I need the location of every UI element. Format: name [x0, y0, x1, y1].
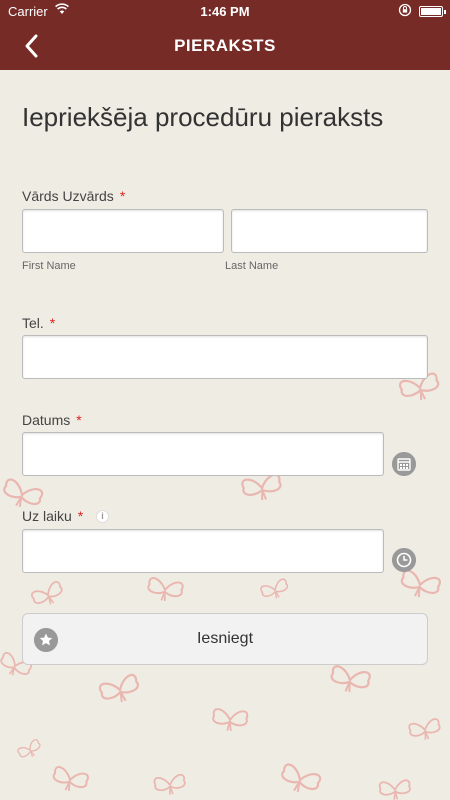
required-mark: * — [49, 315, 56, 331]
first-name-field[interactable] — [22, 209, 224, 253]
last-name-sublabel: Last Name — [225, 260, 279, 272]
status-bar: Carrier 1:46 PM — [0, 0, 450, 22]
rotation-lock-icon — [398, 3, 412, 17]
required-mark: * — [76, 412, 82, 428]
phone-field[interactable] — [22, 335, 428, 379]
first-name-sublabel: First Name — [22, 260, 76, 272]
submit-button[interactable]: Iesniegt — [22, 613, 428, 665]
date-label-row: Datums * — [22, 412, 82, 428]
clock-time: 1:46 PM — [200, 4, 250, 19]
page-title: PIERAKSTS — [174, 36, 276, 55]
date-label: Datums — [22, 412, 71, 428]
info-icon[interactable]: i — [96, 510, 109, 523]
time-label-row: Uz laiku * — [22, 508, 83, 524]
time-field[interactable] — [22, 529, 384, 573]
battery-icon — [419, 6, 446, 17]
time-label: Uz laiku — [22, 508, 72, 524]
phone-label: Tel. — [22, 315, 44, 331]
booking-form: Iepriekšēja procedūru pieraksts Vārds Uz… — [0, 70, 450, 800]
clock-icon[interactable] — [392, 548, 416, 572]
submit-button-label: Iesniegt — [196, 630, 254, 647]
name-label-row: Vārds Uzvārds * — [22, 188, 125, 204]
calendar-icon[interactable] — [392, 452, 416, 476]
required-mark: * — [119, 188, 126, 204]
last-name-field[interactable] — [231, 209, 428, 253]
phone-label-row: Tel. * — [22, 315, 55, 331]
name-label: Vārds Uzvārds — [22, 188, 114, 204]
required-mark: * — [77, 508, 84, 524]
form-heading: Iepriekšēja procedūru pieraksts — [22, 102, 384, 132]
date-field[interactable] — [22, 432, 384, 476]
nav-bar: PIERAKSTS — [0, 22, 450, 70]
